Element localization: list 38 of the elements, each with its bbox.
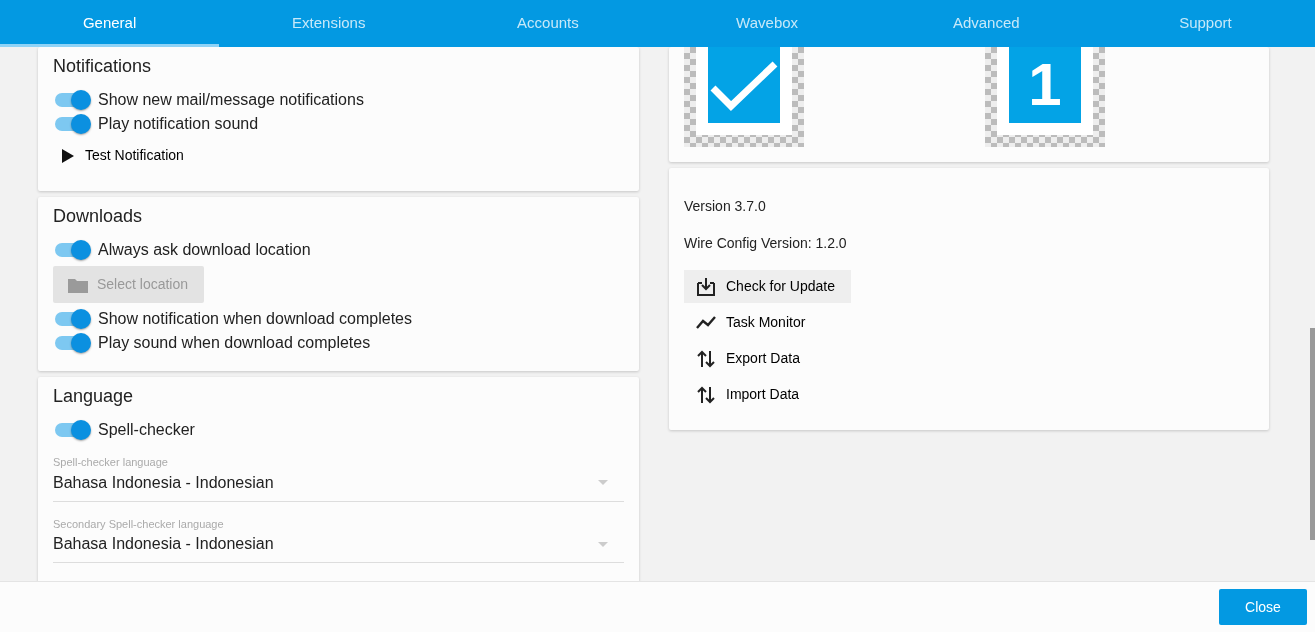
unread-count-badge: 1 bbox=[1009, 47, 1081, 123]
language-dropdown[interactable]: Secondary Spell-checker language Bahasa Indonesia - Indonesian bbox=[53, 515, 624, 563]
menu-action[interactable]: Import Data bbox=[684, 378, 816, 411]
toggle-switch[interactable] bbox=[53, 332, 91, 354]
toggle-switch[interactable] bbox=[53, 419, 91, 441]
dropdown-caret-icon bbox=[598, 480, 608, 485]
menu-action[interactable]: Task Monitor bbox=[684, 306, 822, 339]
test-notification-button[interactable]: Test Notification bbox=[53, 139, 192, 172]
up-down-arrows-icon bbox=[696, 384, 716, 405]
tab[interactable]: Wavebox bbox=[657, 0, 877, 47]
section-title: Downloads bbox=[53, 205, 144, 228]
toggle-label: Show notification when download completes bbox=[98, 309, 412, 329]
version-text: Wire Config Version: 1.2.0 bbox=[684, 234, 848, 253]
up-down-arrows-icon bbox=[696, 348, 716, 369]
language-dropdown[interactable]: Spell-checker language Bahasa Indonesia - Indonesian bbox=[53, 454, 624, 502]
toggle-label: Always ask download location bbox=[98, 240, 311, 260]
play-icon bbox=[61, 147, 75, 164]
download-icon bbox=[696, 276, 716, 297]
toggle-label: Show new mail/message notifications bbox=[98, 90, 364, 110]
tab[interactable]: Support bbox=[1095, 0, 1315, 47]
toggle-switch[interactable] bbox=[53, 89, 91, 111]
toggle-label: Play notification sound bbox=[98, 114, 259, 134]
scrollbar-thumb[interactable] bbox=[1310, 328, 1315, 540]
tab[interactable]: Extensions bbox=[219, 0, 439, 47]
toggle-switch[interactable] bbox=[53, 308, 91, 330]
tab[interactable]: Advanced bbox=[876, 0, 1096, 47]
toggle-label: Play sound when download completes bbox=[98, 333, 371, 353]
section-title: Language bbox=[53, 385, 135, 408]
menu-action[interactable]: Check for Update bbox=[684, 270, 851, 303]
toggle-label: Spell-checker bbox=[98, 420, 195, 440]
section-title: Notifications bbox=[53, 55, 153, 78]
menu-action[interactable]: Export Data bbox=[684, 342, 816, 375]
version-text: Version 3.7.0 bbox=[684, 197, 767, 216]
dropdown-caret-icon bbox=[598, 541, 608, 547]
toggle-switch[interactable] bbox=[53, 113, 91, 135]
close-button[interactable]: Close bbox=[1219, 589, 1307, 625]
tab[interactable]: Accounts bbox=[438, 0, 658, 47]
toggle-switch[interactable] bbox=[53, 239, 91, 261]
